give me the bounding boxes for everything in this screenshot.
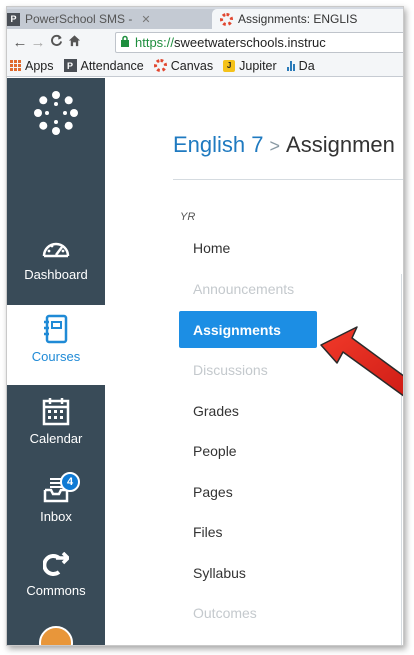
bookmark-apps[interactable]: Apps (10, 59, 54, 73)
bookmark-label: Canvas (170, 58, 214, 73)
inbox-unread-badge: 4 (60, 472, 80, 492)
course-nav-pages[interactable]: Pages (179, 472, 317, 513)
nav-label: Inbox (40, 509, 72, 524)
forward-arrow-icon[interactable]: → (29, 34, 47, 51)
course-nav-announcements[interactable]: Announcements (179, 269, 317, 310)
home-icon[interactable] (65, 34, 83, 51)
course-nav-syllabus[interactable]: Syllabus (179, 553, 317, 594)
course-nav-discussions[interactable]: Discussions (179, 350, 317, 391)
nav-item-calendar[interactable]: Calendar (7, 396, 105, 446)
course-nav-assignments[interactable]: Assignments (179, 311, 317, 348)
bar-chart-icon (286, 60, 295, 71)
course-nav-outcomes[interactable]: Outcomes (179, 593, 317, 634)
nav-item-dashboard[interactable]: Dashboard (7, 236, 105, 282)
bookmarks-bar: Apps P Attendance Canvas J Jupiter Da (7, 55, 403, 77)
bookmark-canvas[interactable]: Canvas (153, 58, 214, 73)
jupiter-icon: J (223, 59, 236, 72)
canvas-logo[interactable] (7, 90, 105, 136)
bookmark-jupiter[interactable]: J Jupiter (223, 59, 277, 73)
course-nav-grades[interactable]: Grades (179, 391, 317, 432)
bookmark-label: Apps (25, 58, 54, 73)
nav-item-inbox[interactable]: 4 Inbox (7, 472, 105, 524)
url-scheme: https:// (135, 35, 175, 50)
nav-label: Courses (31, 349, 81, 364)
canvas-logo-icon (34, 91, 78, 135)
course-nav-files[interactable]: Files (179, 512, 317, 553)
commons-arrow-icon (43, 552, 69, 576)
close-icon[interactable]: ✕ (141, 13, 150, 26)
reload-icon[interactable] (47, 34, 65, 51)
back-arrow-icon[interactable]: ← (11, 34, 29, 51)
screenshot-frame: P PowerSchool SMS - ✕ Assignments: ENGLI… (6, 6, 404, 646)
nav-label: Dashboard (24, 267, 88, 282)
header-divider (173, 179, 403, 180)
apps-grid-icon (10, 60, 21, 71)
breadcrumb-separator: > (269, 136, 281, 156)
bookmark-label: Da (298, 58, 315, 73)
bookmark-label: Attendance (80, 58, 144, 73)
course-nav-people[interactable]: People (179, 431, 317, 472)
address-bar-row: ← → https://sweetwaterschools.instruc (7, 29, 403, 55)
course-nav-home[interactable]: Home (179, 228, 317, 269)
browser-tab-assignments[interactable]: Assignments: ENGLIS (212, 9, 403, 29)
global-navigation: Dashboard Courses Calendar 4 Inbox Commo… (7, 78, 105, 645)
lock-icon (120, 35, 130, 50)
nav-item-commons[interactable]: Commons (7, 552, 105, 598)
calendar-icon (42, 398, 70, 426)
account-avatar[interactable] (39, 626, 73, 645)
url-field[interactable]: https://sweetwaterschools.instruc (115, 32, 403, 53)
browser-tab-strip: P PowerSchool SMS - ✕ Assignments: ENGLI… (7, 7, 403, 29)
url-host: sweetwaterschools.instruc (174, 35, 326, 50)
breadcrumb-current-page: Assignmen (286, 132, 395, 157)
courses-notebook-icon (44, 314, 68, 344)
powerschool-icon: P (7, 12, 20, 26)
course-term-label: YR (180, 211, 196, 223)
canvas-icon (153, 59, 167, 72)
breadcrumb: English 7 > Assignmen (173, 132, 395, 158)
tab-label: PowerSchool SMS - (25, 12, 133, 26)
nav-item-courses[interactable]: Courses (7, 305, 105, 385)
annotation-arrow-icon (320, 326, 403, 397)
bookmark-label: Jupiter (239, 58, 277, 73)
bookmark-attendance[interactable]: P Attendance (63, 58, 144, 73)
dashboard-gauge-icon (42, 242, 70, 258)
nav-label: Calendar (29, 431, 83, 446)
nav-label: Commons (26, 583, 86, 598)
tab-label: Assignments: ENGLIS (238, 12, 358, 26)
course-navigation: Home Announcements Assignments Discussio… (179, 228, 317, 634)
bookmark-da[interactable]: Da (286, 58, 315, 73)
browser-tab-powerschool[interactable]: P PowerSchool SMS - ✕ (7, 9, 219, 29)
canvas-icon (220, 12, 233, 26)
breadcrumb-course-link[interactable]: English 7 (173, 132, 264, 157)
powerschool-icon: P (63, 59, 77, 72)
